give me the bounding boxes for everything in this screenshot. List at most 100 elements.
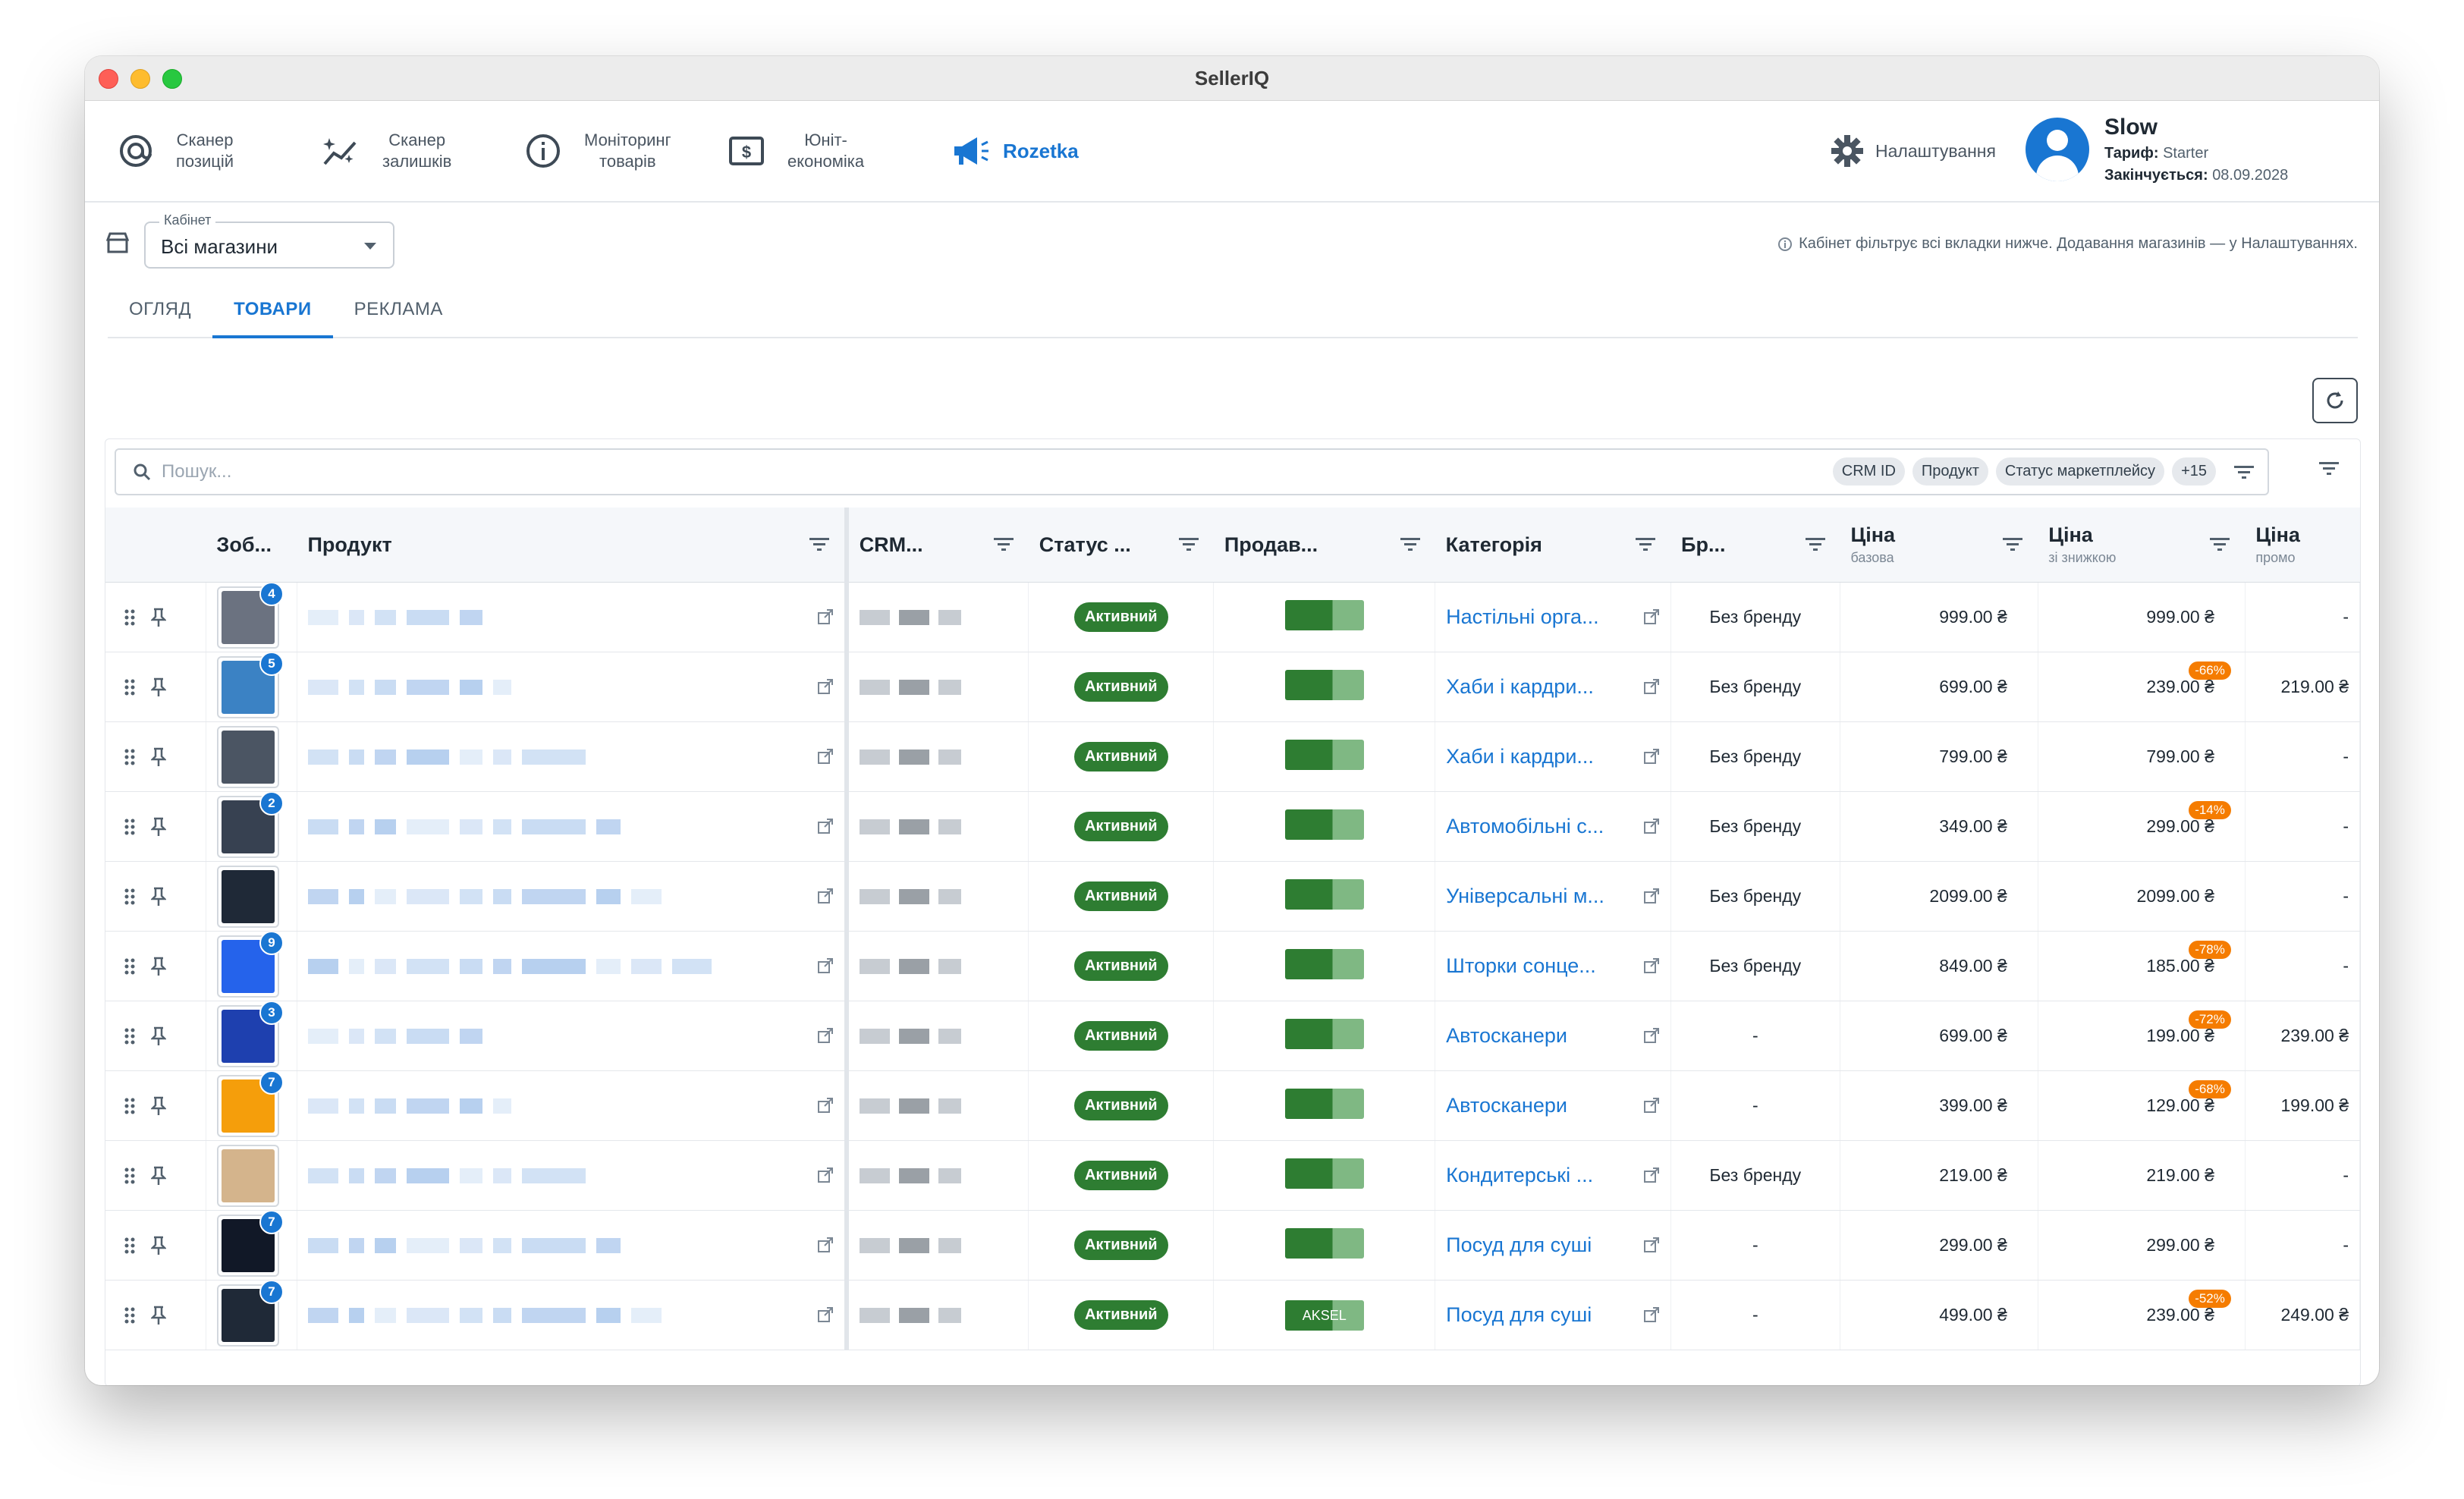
nav-stock-scanner[interactable]: Сканер залишків <box>322 101 451 201</box>
pin-icon[interactable] <box>151 747 166 767</box>
nav-position-scanner[interactable]: Сканер позицій <box>118 101 234 201</box>
table-row[interactable]: 2 Активний Автомобільні с... Без бренду 349.… <box>105 791 2360 862</box>
row-product[interactable] <box>297 721 847 792</box>
open-external-icon[interactable] <box>1643 1306 1660 1328</box>
open-external-icon[interactable] <box>1643 1027 1660 1048</box>
pin-icon[interactable] <box>151 957 166 976</box>
row-handles[interactable] <box>105 1001 206 1071</box>
open-external-icon[interactable] <box>817 1167 834 1188</box>
row-handles[interactable] <box>105 791 206 862</box>
pin-icon[interactable] <box>151 817 166 837</box>
filter-list-icon[interactable] <box>2003 536 2023 552</box>
pin-icon[interactable] <box>151 1166 166 1186</box>
row-product[interactable] <box>297 582 847 652</box>
row-handles[interactable] <box>105 721 206 792</box>
drag-handle-icon[interactable] <box>124 608 136 627</box>
row-handles[interactable] <box>105 931 206 1001</box>
tab-products[interactable]: ТОВАРИ <box>212 282 334 338</box>
col-seller[interactable]: Продав... <box>1213 508 1435 583</box>
row-category[interactable]: Посуд для суші <box>1435 1280 1671 1350</box>
row-seller[interactable] <box>1213 1140 1436 1211</box>
drag-handle-icon[interactable] <box>124 1237 136 1255</box>
pin-icon[interactable] <box>151 1236 166 1255</box>
row-seller[interactable] <box>1213 721 1436 792</box>
settings-link[interactable]: Налаштування <box>1830 101 1996 201</box>
open-external-icon[interactable] <box>1643 1167 1660 1188</box>
category-link[interactable]: Шторки сонце... <box>1446 954 1596 977</box>
open-external-icon[interactable] <box>1643 1237 1660 1258</box>
column-filter-icon[interactable] <box>2319 460 2339 476</box>
col-price-promo[interactable]: Ціна промо <box>2245 508 2360 583</box>
col-product[interactable]: Продукт <box>297 508 847 583</box>
pin-icon[interactable] <box>151 1026 166 1046</box>
drag-handle-icon[interactable] <box>124 1167 136 1185</box>
col-crm[interactable]: CRM... <box>844 508 1029 583</box>
drag-handle-icon[interactable] <box>124 818 136 836</box>
row-handles[interactable] <box>105 861 206 932</box>
drag-handle-icon[interactable] <box>124 748 136 766</box>
row-seller[interactable] <box>1213 1001 1436 1071</box>
row-product[interactable] <box>297 1001 847 1071</box>
filter-list-icon[interactable] <box>2210 536 2230 552</box>
category-link[interactable]: Кондитерські ... <box>1446 1164 1593 1186</box>
col-brand[interactable]: Бр... <box>1670 508 1840 583</box>
row-product[interactable] <box>297 652 847 722</box>
nav-rozetka[interactable]: Rozetka <box>951 101 1079 201</box>
row-category[interactable]: Хаби і кардри... <box>1435 652 1671 722</box>
row-handles[interactable] <box>105 1070 206 1141</box>
user-profile[interactable]: Slow Тариф: Starter Закінчується: 08.09.… <box>2026 110 2288 184</box>
open-external-icon[interactable] <box>817 818 834 839</box>
row-product[interactable] <box>297 1070 847 1141</box>
product-thumbnail[interactable]: 4 <box>216 582 284 649</box>
category-link[interactable]: Посуд для суші <box>1446 1233 1592 1256</box>
search-field[interactable]: Пошук... CRM ID Продукт Статус маркетпле… <box>115 448 2269 495</box>
cabinet-select[interactable]: Кабінет Всі магазини <box>144 212 394 269</box>
product-thumbnail[interactable] <box>216 1144 279 1207</box>
row-seller[interactable] <box>1213 861 1436 932</box>
category-link[interactable]: Універсальні м... <box>1446 885 1604 907</box>
open-external-icon[interactable] <box>817 748 834 769</box>
row-image[interactable]: 5 <box>206 652 297 722</box>
row-category[interactable]: Універсальні м... <box>1435 861 1671 932</box>
product-thumbnail[interactable] <box>216 865 279 928</box>
row-seller[interactable] <box>1213 582 1436 652</box>
row-image[interactable] <box>206 861 297 932</box>
row-image[interactable]: 9 <box>206 931 297 1001</box>
product-thumbnail[interactable]: 9 <box>216 931 284 998</box>
open-external-icon[interactable] <box>817 888 834 909</box>
drag-handle-icon[interactable] <box>124 888 136 906</box>
row-image[interactable]: 7 <box>206 1070 297 1141</box>
chip-marketplace-status[interactable]: Статус маркетплейсу <box>1995 457 2165 486</box>
table-row[interactable]: 7 Активний Посуд для суші -299.00 ₴ 299.00 ₴… <box>105 1210 2360 1281</box>
product-thumbnail[interactable]: 2 <box>216 791 284 858</box>
row-seller[interactable] <box>1213 1210 1436 1281</box>
zoom-window-button[interactable] <box>162 69 182 89</box>
drag-handle-icon[interactable] <box>124 678 136 696</box>
chip-more[interactable]: +15 <box>2172 457 2216 486</box>
table-row[interactable]: 4 Активний Настільні орга... Без бренду 999.… <box>105 582 2360 652</box>
row-handles[interactable] <box>105 1210 206 1281</box>
chip-crm-id[interactable]: CRM ID <box>1832 457 1905 486</box>
row-category[interactable]: Автосканери <box>1435 1070 1671 1141</box>
row-image[interactable]: 7 <box>206 1280 297 1350</box>
row-product[interactable] <box>297 791 847 862</box>
product-thumbnail[interactable]: 7 <box>216 1210 284 1277</box>
drag-handle-icon[interactable] <box>124 1097 136 1115</box>
open-external-icon[interactable] <box>1643 608 1660 630</box>
pin-icon[interactable] <box>151 1306 166 1325</box>
row-product[interactable] <box>297 861 847 932</box>
row-seller[interactable] <box>1213 652 1436 722</box>
tab-overview[interactable]: ОГЛЯД <box>108 282 212 337</box>
row-handles[interactable] <box>105 1280 206 1350</box>
filter-list-icon[interactable] <box>1178 536 1199 552</box>
category-link[interactable]: Настільні орга... <box>1446 605 1598 628</box>
row-product[interactable] <box>297 1140 847 1211</box>
row-handles[interactable] <box>105 582 206 652</box>
refresh-button[interactable] <box>2312 378 2358 423</box>
open-external-icon[interactable] <box>1643 748 1660 769</box>
product-thumbnail[interactable]: 3 <box>216 1001 284 1067</box>
table-row[interactable]: 3 Активний Автосканери -699.00 ₴ 199.00 ₴ -72… <box>105 1001 2360 1071</box>
col-category[interactable]: Категорія <box>1435 508 1671 583</box>
row-category[interactable]: Посуд для суші <box>1435 1210 1671 1281</box>
open-external-icon[interactable] <box>817 957 834 979</box>
